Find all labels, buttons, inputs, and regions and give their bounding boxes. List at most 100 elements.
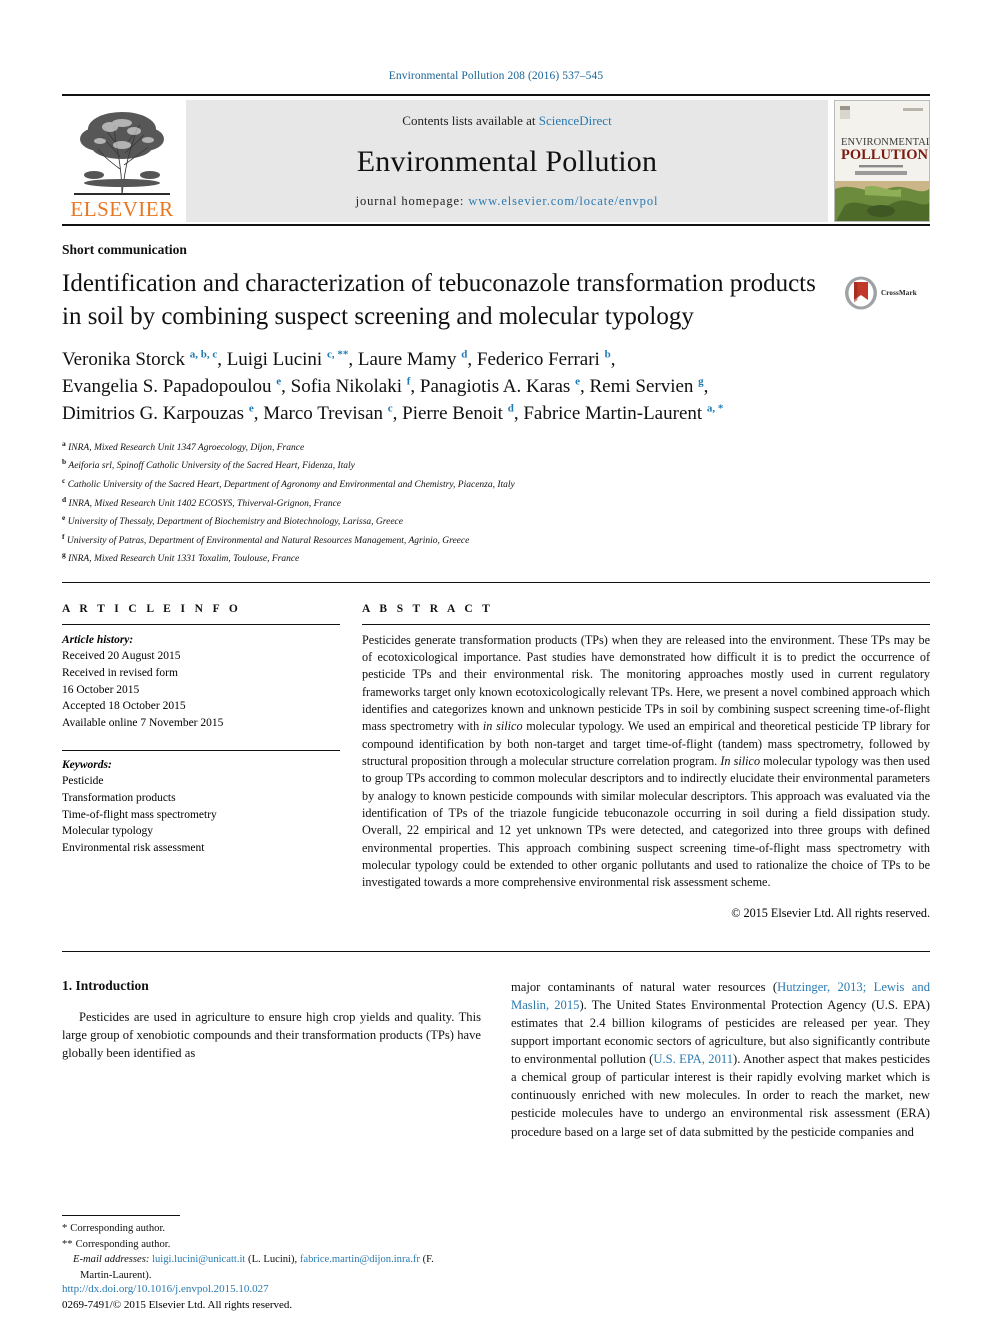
author-line: Veronika Storck a, b, c, Luigi Lucini c,… (62, 348, 616, 370)
keyword-item: Environmental risk assessment (62, 842, 205, 855)
email-link-martin[interactable]: fabrice.martin@dijon.inra.fr (300, 1254, 420, 1265)
masthead-bottom-rule (62, 224, 930, 226)
footnote-corresponding-2: ** Corresponding author. (62, 1237, 465, 1252)
author-affil-marker: f (406, 375, 411, 388)
article-type-label: Short communication (62, 242, 187, 257)
elsevier-wordmark: ELSEVIER (70, 197, 174, 221)
affiliation-item: d INRA, Mixed Research Unit 1402 ECOSYS,… (62, 494, 930, 513)
footnote-block: * Corresponding author. ** Corresponding a… (62, 1215, 465, 1283)
email-link-lucini[interactable]: luigi.lucini@unicatt.it (152, 1254, 245, 1265)
intro-right-part-1: major contaminants of natural water reso… (511, 979, 778, 994)
keywords-rule (62, 749, 340, 751)
abstract-heading: A B S T R A C T (362, 602, 494, 615)
author-list: Veronika Storck a, b, c, Luigi Lucini c,… (62, 347, 930, 428)
keywords-block: Keywords: Pesticide Transformation produ… (62, 757, 340, 857)
doi-copyright-block: http://dx.doi.org/10.1016/j.envpol.2015.… (62, 1282, 502, 1314)
author-affil-marker: d (507, 402, 514, 415)
affiliation-text: INRA, Mixed Research Unit 1331 Toxalim, … (68, 554, 300, 565)
journal-title: Environmental Pollution (356, 144, 658, 178)
author-line: Dimitrios G. Karpouzas e, Marco Trevisan… (62, 402, 724, 424)
introduction-paragraph-right: major contaminants of natural water reso… (511, 978, 930, 1141)
crossmark-icon (845, 276, 877, 310)
article-info-rule (62, 623, 340, 625)
footnote-corresponding-1: * Corresponding author. (62, 1221, 465, 1236)
elsevier-tree-icon (74, 112, 170, 196)
footnote-text: Corresponding author. (75, 1238, 171, 1250)
affiliation-marker: f (62, 531, 65, 541)
introduction-paragraph-left: Pesticides are used in agriculture to en… (62, 1009, 481, 1060)
affiliation-marker: d (62, 494, 67, 504)
history-item: Available online 7 November 2015 (62, 716, 224, 729)
page-title: Identification and characterization of t… (62, 270, 816, 330)
abstract-column: A B S T R A C T Pesticides generate tran… (362, 603, 930, 921)
history-item: Received in revised form (62, 666, 178, 679)
article-history-label: Article history: (62, 633, 134, 646)
footnote-marker: ** (62, 1238, 73, 1250)
body-column-left: 1. Introduction Pesticides are used in a… (62, 978, 481, 1141)
journal-homepage-link[interactable]: www.elsevier.com/locate/envpol (468, 194, 658, 208)
article-info-column: A R T I C L E I N F O Article history: R… (62, 603, 362, 921)
email-owner-lucini: (L. Lucini), (248, 1254, 298, 1266)
author-affil-marker: a, * (706, 402, 724, 415)
affiliation-text: Catholic University of the Sacred Heart,… (67, 480, 515, 491)
affiliation-item: f University of Patras, Department of En… (62, 531, 930, 550)
affiliation-item: e University of Thessaly, Department of … (62, 512, 930, 531)
keyword-item: Pesticide (62, 775, 104, 788)
author-affil-marker: e (575, 375, 580, 388)
affiliation-text: Aeiforia srl, Spinoff Catholic Universit… (68, 461, 355, 472)
keyword-item: Molecular typology (62, 825, 154, 838)
body-divider-rule (62, 950, 930, 952)
keywords-label: Keywords: (62, 758, 112, 771)
masthead-center: Contents lists available at ScienceDirec… (186, 100, 828, 222)
body-column-right: major contaminants of natural water reso… (511, 978, 930, 1141)
article-body: 1. Introduction Pesticides are used in a… (62, 978, 930, 1141)
crossmark-badge[interactable]: CrossMark (844, 276, 930, 310)
abstract-rule (362, 623, 930, 625)
footnote-text: Corresponding author. (70, 1223, 166, 1235)
contents-available-line: Contents lists available at ScienceDirec… (402, 113, 611, 129)
homepage-prefix: journal homepage: (355, 194, 469, 208)
author-affil-marker: c (387, 402, 393, 415)
footnote-emails: E-mail addresses: luigi.lucini@unicatt.i… (62, 1252, 465, 1283)
footnote-rule (62, 1215, 180, 1217)
info-abstract-section: A R T I C L E I N F O Article history: R… (62, 603, 930, 921)
affiliation-item: a INRA, Mixed Research Unit 1347 Agroeco… (62, 438, 930, 457)
keyword-item: Transformation products (62, 792, 176, 804)
keyword-item: Time-of-flight mass spectrometry (62, 808, 217, 821)
journal-article-page: Environmental Pollution 208 (2016) 537–5… (0, 0, 992, 1323)
affiliation-text: INRA, Mixed Research Unit 1402 ECOSYS, T… (68, 498, 342, 509)
header-divider-rule (62, 581, 930, 583)
affiliation-item: g INRA, Mixed Research Unit 1331 Toxalim… (62, 549, 930, 568)
affiliation-text: INRA, Mixed Research Unit 1347 Agroecolo… (68, 443, 305, 454)
svg-text:POLLUTION: POLLUTION (841, 147, 929, 163)
history-item: Accepted 18 October 2015 (62, 700, 186, 713)
history-item: Received 20 August 2015 (62, 650, 181, 663)
affiliation-item: c Catholic University of the Sacred Hear… (62, 475, 930, 494)
citation-hutzinger[interactable]: Hutzinger, 2013; (777, 980, 866, 994)
journal-homepage-line: journal homepage: www.elsevier.com/locat… (356, 194, 659, 209)
sciencedirect-link[interactable]: ScienceDirect (539, 113, 612, 128)
author-affil-marker: b (604, 348, 611, 361)
doi-link[interactable]: http://dx.doi.org/10.1016/j.envpol.2015.… (62, 1282, 502, 1298)
running-head: Environmental Pollution 208 (2016) 537–5… (388, 70, 604, 82)
abstract-text: Pesticides generate transformation produ… (362, 632, 930, 892)
masthead-top-rule (62, 94, 930, 96)
contents-prefix: Contents lists available at (402, 113, 539, 128)
affiliation-marker: g (62, 550, 66, 560)
affiliation-marker: e (62, 513, 66, 523)
history-item: 16 October 2015 (62, 683, 140, 696)
citation-us-epa[interactable]: U.S. EPA, 2011 (653, 1052, 733, 1066)
journal-masthead: ELSEVIER Contents lists available at Sci… (62, 100, 930, 222)
affiliation-text: University of Patras, Department of Envi… (66, 535, 470, 546)
abstract-copyright: © 2015 Elsevier Ltd. All rights reserved… (731, 905, 930, 920)
affiliation-item: b Aeiforia srl, Spinoff Catholic Univers… (62, 456, 930, 475)
journal-cover-thumbnail[interactable]: ENVIRONMENTAL POLLUTION (834, 100, 930, 222)
abstract-italic-2: In silico (720, 753, 761, 768)
affiliation-marker: c (62, 475, 66, 485)
abstract-italic-1: in silico (482, 719, 523, 734)
abstract-part-3: molecular typology was then used to grou… (362, 753, 931, 890)
article-info-heading: A R T I C L E I N F O (62, 602, 242, 615)
affiliation-marker: a (62, 438, 66, 448)
author-affil-marker: e (248, 402, 254, 415)
author-affil-marker: c, ** (326, 348, 349, 361)
